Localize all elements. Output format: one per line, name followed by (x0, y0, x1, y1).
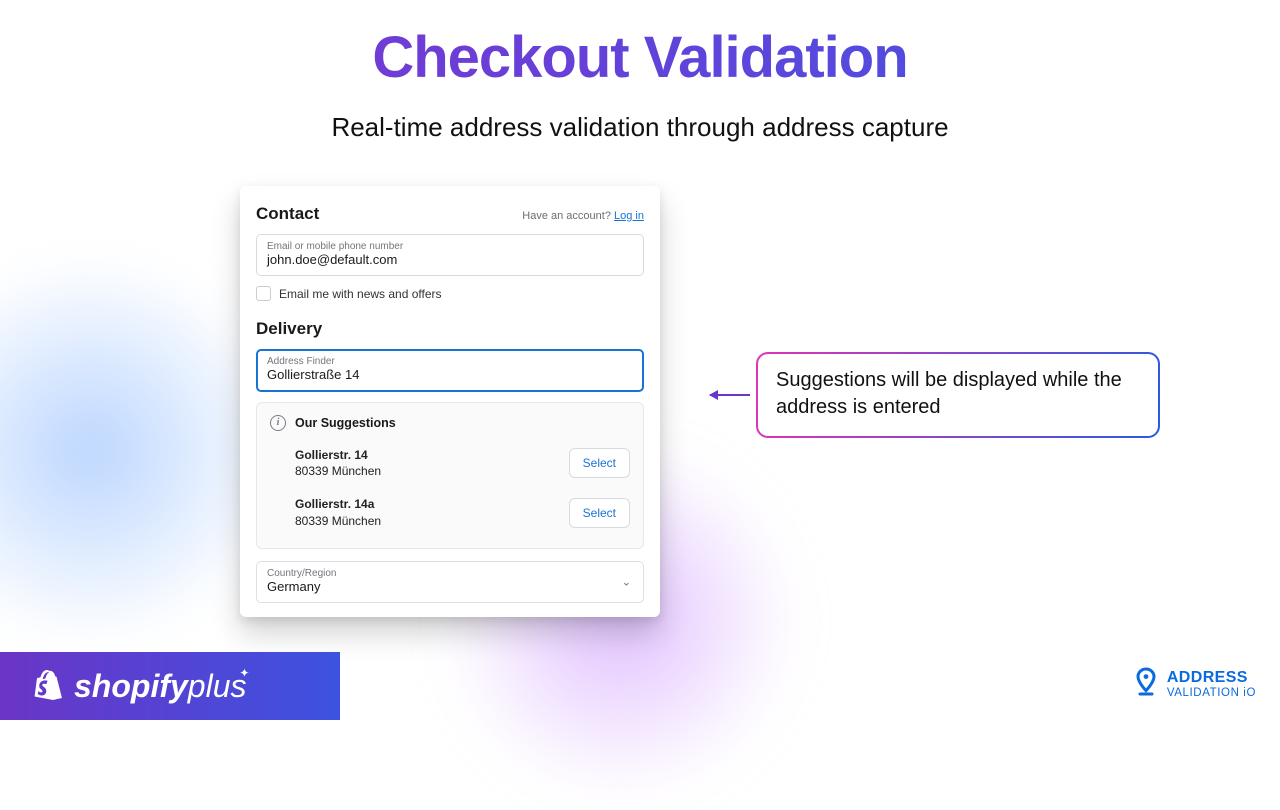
suggestion-item: Gollierstr. 14a 80339 München Select (270, 490, 630, 536)
page-subhead: Real-time address validation through add… (0, 112, 1280, 143)
page-headline: Checkout Validation (0, 24, 1280, 91)
shopify-plus-text: shopifyplus✦ (74, 668, 246, 705)
checkout-card: Contact Have an account? Log in Email or… (240, 186, 660, 617)
country-select[interactable]: Country/Region Germany ⌄ (256, 561, 644, 603)
delivery-section-title: Delivery (256, 319, 644, 339)
callout-text: Suggestions will be displayed while the … (758, 354, 1158, 436)
select-button[interactable]: Select (569, 498, 630, 528)
shopify-bag-icon (32, 670, 62, 702)
account-prompt-text: Have an account? (522, 210, 611, 222)
logo-text-line2: VALIDATION iO (1167, 687, 1256, 699)
select-button[interactable]: Select (569, 448, 630, 478)
shopify-plus-badge: shopifyplus✦ (0, 652, 340, 720)
account-prompt: Have an account? Log in (522, 210, 644, 222)
suggestion-line2: 80339 München (295, 463, 381, 480)
pin-icon (1135, 667, 1157, 702)
logo-text-line1: ADDRESS (1167, 670, 1256, 687)
email-label: Email or mobile phone number (267, 241, 633, 252)
address-validation-logo: ADDRESS VALIDATION iO (1135, 667, 1256, 702)
address-finder-value: Gollierstraße 14 (267, 367, 633, 383)
suggestion-item: Gollierstr. 14 80339 München Select (270, 441, 630, 487)
country-label: Country/Region (267, 568, 633, 579)
suggestions-title: Our Suggestions (295, 416, 396, 430)
address-finder-input[interactable]: Address Finder Gollierstraße 14 (256, 349, 644, 391)
info-icon: i (270, 415, 286, 431)
address-finder-label: Address Finder (267, 356, 633, 367)
suggestion-line1: Gollierstr. 14 (295, 447, 381, 464)
news-checkbox[interactable] (256, 286, 271, 301)
email-field[interactable]: Email or mobile phone number john.doe@de… (256, 234, 644, 276)
callout-annotation: Suggestions will be displayed while the … (710, 352, 1160, 438)
suggestion-line1: Gollierstr. 14a (295, 496, 381, 513)
news-checkbox-label: Email me with news and offers (279, 287, 442, 301)
country-value: Germany (267, 579, 633, 595)
suggestions-panel: i Our Suggestions Gollierstr. 14 80339 M… (256, 402, 644, 549)
login-link[interactable]: Log in (614, 210, 644, 222)
arrow-icon (710, 394, 750, 396)
email-value: john.doe@default.com (267, 252, 633, 268)
chevron-down-icon: ⌄ (622, 575, 631, 588)
contact-section-title: Contact (256, 204, 319, 224)
suggestion-line2: 80339 München (295, 513, 381, 530)
